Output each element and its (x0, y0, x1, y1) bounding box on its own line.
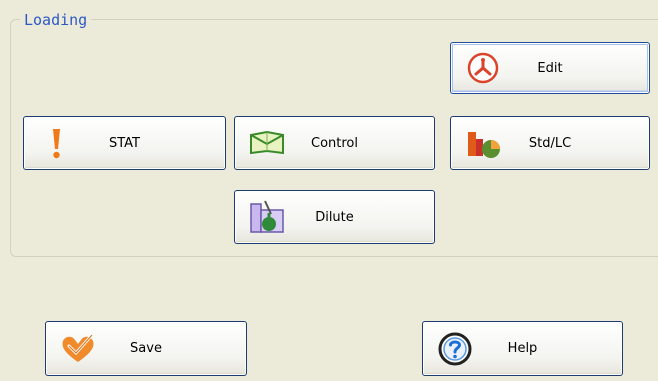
save-button[interactable]: Save (45, 321, 247, 376)
loading-group-title: Loading (20, 10, 92, 30)
bar-pie-chart-icon (463, 126, 503, 160)
exclamation-icon (36, 126, 76, 160)
dilute-button[interactable]: Dilute (234, 190, 435, 244)
edit-button[interactable]: Edit (450, 42, 650, 94)
stdlc-button[interactable]: Std/LC (450, 116, 650, 170)
save-heart-icon (58, 332, 98, 366)
control-button[interactable]: Control (234, 116, 435, 170)
help-icon (435, 332, 475, 366)
stat-button[interactable]: STAT (23, 116, 226, 170)
edit-icon (463, 51, 503, 85)
envelope-icon (247, 126, 287, 160)
beaker-icon (247, 200, 287, 234)
help-button[interactable]: Help (422, 321, 623, 376)
